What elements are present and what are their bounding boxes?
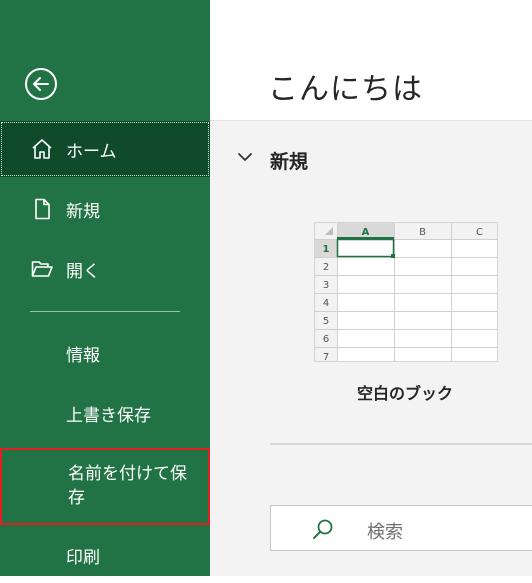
- sidebar-item-open[interactable]: 開く: [0, 241, 210, 297]
- sidebar-item-label: 情報: [66, 345, 100, 366]
- column-header-a: A: [362, 227, 370, 238]
- back-button[interactable]: [24, 67, 58, 101]
- header: こんにちは: [210, 0, 532, 121]
- row-header-5: 5: [323, 316, 329, 327]
- arrow-left-circle-icon: [25, 68, 57, 100]
- row-header-7: 7: [323, 352, 329, 361]
- sidebar-divider: [30, 311, 180, 312]
- search-placeholder: 検索: [367, 522, 403, 543]
- row-header-4: 4: [323, 298, 329, 309]
- chevron-down-icon: [238, 153, 252, 161]
- sidebar-item-print[interactable]: 印刷: [0, 527, 210, 583]
- row-header-2: 2: [323, 262, 329, 273]
- fill-handle: [391, 254, 395, 258]
- row-header-6: 6: [323, 334, 329, 345]
- home-icon: [32, 139, 52, 159]
- row-header-3: 3: [323, 280, 329, 291]
- sidebar-item-label: 開く: [66, 261, 100, 282]
- backstage-sidebar: ホーム 新規 開く 情報 上書き保存 名前を付けて保存 印刷: [0, 0, 210, 576]
- row-header-1: 1: [323, 244, 330, 255]
- sidebar-item-label: 新規: [66, 201, 100, 222]
- sidebar-item-new[interactable]: 新規: [0, 181, 210, 237]
- sidebar-item-info[interactable]: 情報: [0, 325, 210, 381]
- sidebar-item-label: 上書き保存: [66, 405, 151, 426]
- new-section-toggle[interactable]: [236, 148, 254, 166]
- sidebar-item-save-as[interactable]: 名前を付けて保存: [0, 448, 210, 525]
- sidebar-item-save[interactable]: 上書き保存: [0, 385, 210, 441]
- search-icon: [313, 519, 333, 539]
- column-header-c: C: [476, 227, 483, 238]
- active-cell: [336, 238, 395, 258]
- blank-workbook-template[interactable]: A B C 1 2 3 4 5 6 7: [314, 222, 498, 362]
- new-document-icon: [35, 198, 50, 220]
- sidebar-item-label: 名前を付けて保存: [68, 464, 187, 508]
- page-title: こんにちは: [268, 72, 423, 107]
- section-divider: [270, 443, 532, 445]
- sidebar-item-home[interactable]: ホーム: [0, 121, 210, 177]
- spreadsheet-grid-preview: A B C 1 2 3 4 5 6 7: [315, 223, 497, 361]
- search-input[interactable]: 検索: [270, 505, 532, 551]
- new-section-title: 新規: [270, 151, 309, 173]
- blank-workbook-label: 空白のブック: [356, 384, 453, 403]
- backstage-main: こんにちは 新規 A B C 1 2 3 4 5 6 7 空白のブック 検索: [210, 0, 532, 576]
- sidebar-item-label: ホーム: [66, 141, 117, 162]
- column-header-b: B: [419, 227, 426, 238]
- sidebar-item-label: 印刷: [66, 547, 100, 568]
- open-folder-icon: [31, 261, 53, 277]
